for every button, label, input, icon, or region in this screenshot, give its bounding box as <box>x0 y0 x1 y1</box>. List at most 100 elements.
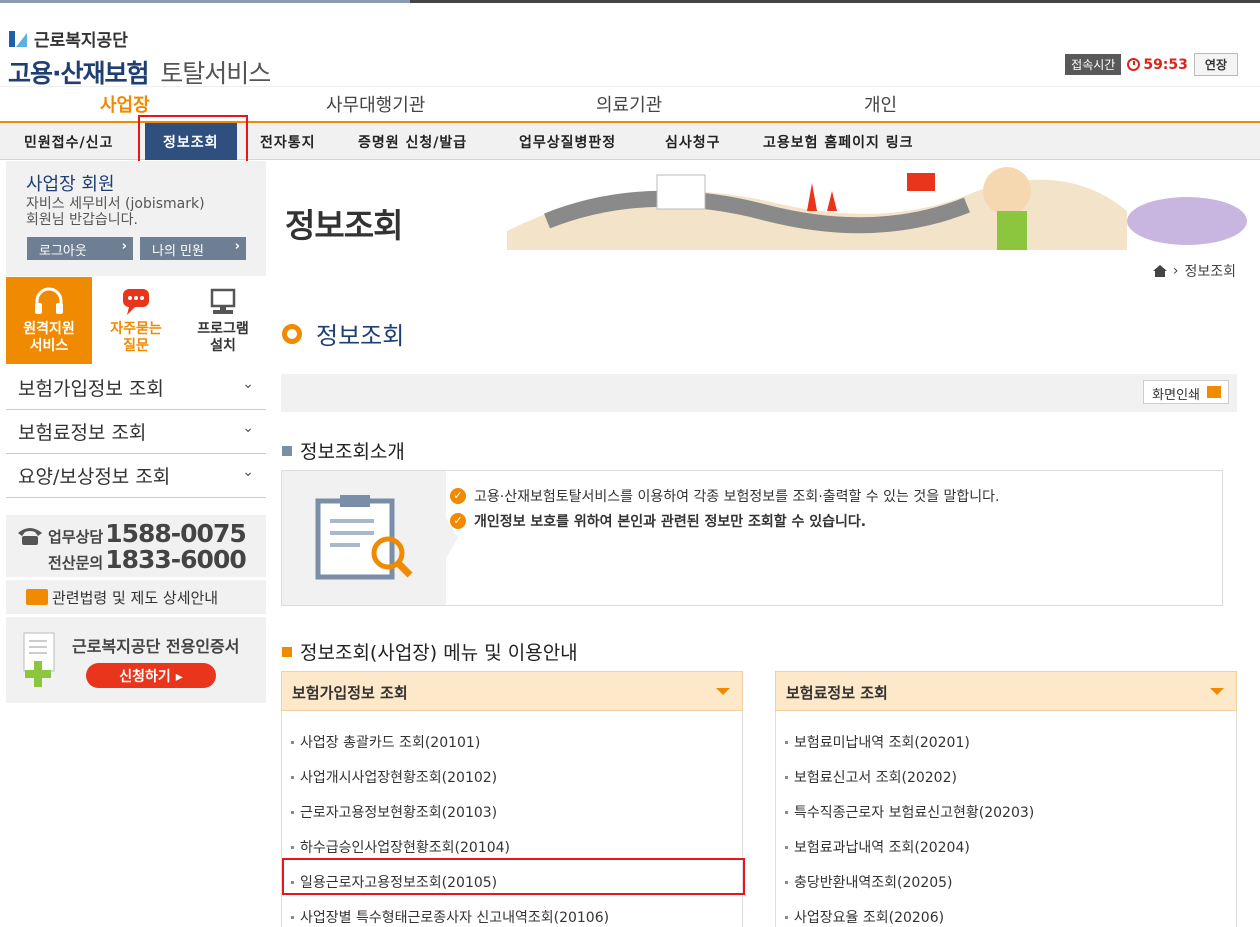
it-contact-label: 전산문의 <box>48 554 104 572</box>
menu-title: 정보조회(사업장) 메뉴 및 이용안내 <box>300 642 578 664</box>
faq-line1: 자주묻는 <box>110 321 162 337</box>
sub-nav-disease[interactable]: 업무상질병판정 <box>519 132 616 152</box>
member-panel: 사업장 회원 자비스 세무비서 (jobismark) 회원님 반갑습니다. 로… <box>6 161 266 276</box>
print-label: 화면인쇄 <box>1152 388 1200 403</box>
insurance-menu-item[interactable]: 사업개시사업장현황조회(20102) <box>282 758 742 793</box>
org-name-row: 근로복지공단 <box>8 26 270 51</box>
certificate-title: 근로복지공단 전용인증서 <box>72 637 240 656</box>
insurance-menu-header[interactable]: 보험가입정보 조회 <box>281 671 743 711</box>
program-install-link[interactable]: 프로그램 설치 <box>180 277 266 364</box>
program-line1: 프로그램 <box>197 321 249 337</box>
breadcrumb-separator: › <box>1172 263 1179 279</box>
session-timer: 접속시간 59:53 연장 <box>1065 53 1238 76</box>
main-nav-medical[interactable]: 의료기관 <box>596 91 662 117</box>
intro-bullet-1: ✓ 고용·산재보험토탈서비스를 이용하여 각종 보험정보를 조회·출력할 수 있… <box>450 486 1000 506</box>
play-circle-icon: ▸ <box>175 669 183 685</box>
main-nav-agency[interactable]: 사무대행기관 <box>326 91 425 117</box>
highlight-box-daily-worker <box>282 858 745 895</box>
insurance-menu-item[interactable]: 근로자고용정보현황조회(20103) <box>282 793 742 828</box>
my-civil-label: 나의 민원 <box>152 244 204 259</box>
premium-menu-column: 보험료정보 조회 보험료미납내역 조회(20201) 보험료신고서 조회(202… <box>775 671 1237 927</box>
premium-menu-item[interactable]: 사업장요율 조회(20206) <box>776 898 1236 927</box>
chevron-right-icon: › <box>121 239 127 254</box>
printer-icon <box>1207 386 1221 398</box>
section-square-icon <box>282 445 292 456</box>
clock-icon <box>1127 58 1141 71</box>
clipboard-search-icon <box>315 495 413 580</box>
premium-menu-title: 보험료정보 조회 <box>786 684 888 702</box>
breadcrumb-current: 정보조회 <box>1184 264 1236 280</box>
left-menu-insurance[interactable]: 보험가입정보 조회 ⌄ <box>6 366 266 410</box>
faq-line2: 질문 <box>123 338 149 354</box>
left-menu-insurance-label: 보험가입정보 조회 <box>18 378 164 400</box>
premium-menu-header[interactable]: 보험료정보 조회 <box>775 671 1237 711</box>
intro-line-1: 고용·산재보험토탈서비스를 이용하여 각종 보험정보를 조회·출력할 수 있는 … <box>474 489 1000 505</box>
premium-menu-item[interactable]: 보험료과납내역 조회(20204) <box>776 828 1236 863</box>
premium-menu-item[interactable]: 특수직종근로자 보험료신고현황(20203) <box>776 793 1236 828</box>
chevron-down-icon: ⌄ <box>242 464 254 480</box>
member-title: 사업장 회원 <box>26 174 115 195</box>
premium-menu-item[interactable]: 충당반환내역조회(20205) <box>776 863 1236 898</box>
intro-icon-area <box>282 471 458 605</box>
breadcrumb: › 정보조회 <box>1152 261 1236 281</box>
faq-link[interactable]: 자주묻는 질문 <box>92 277 180 364</box>
site-logo[interactable]: 근로복지공단 고용·산재보험 토탈서비스 <box>8 26 271 90</box>
remote-support-line1: 원격지원 <box>23 321 75 337</box>
remote-support-link[interactable]: 원격지원 서비스 <box>6 277 92 364</box>
session-time: 59:53 <box>1143 56 1188 73</box>
sub-nav-certificate[interactable]: 증명원 신청/발급 <box>358 132 467 152</box>
it-contact-row: 전산문의 1833-6000 <box>48 545 247 574</box>
monitor-icon <box>26 589 48 605</box>
chat-bubble-icon <box>123 289 149 315</box>
headset-icon <box>35 287 63 314</box>
work-contact-number: 1588-0075 <box>105 519 247 548</box>
banner-illustration <box>507 167 1247 250</box>
chevron-right-icon: › <box>234 239 240 254</box>
law-guide-link[interactable]: 관련법령 및 제도 상세안내 <box>6 580 266 614</box>
top-border <box>0 0 1260 3</box>
left-menu-care[interactable]: 요양/보상정보 조회 ⌄ <box>6 454 266 498</box>
insurance-menu-item[interactable]: 사업장별 특수형태근로종사자 신고내역조회(20106) <box>282 898 742 927</box>
it-contact-number: 1833-6000 <box>105 545 247 574</box>
banner-title: 정보조회 <box>285 206 403 245</box>
premium-menu-item[interactable]: 보험료미납내역 조회(20201) <box>776 723 1236 758</box>
certificate-panel: 근로복지공단 전용인증서 신청하기 ▸ <box>6 617 266 703</box>
contact-numbers: 업무상담 1588-0075 전산문의 1833-6000 <box>48 519 247 574</box>
print-button[interactable]: 화면인쇄 <box>1143 380 1229 404</box>
premium-menu-item[interactable]: 보험료신고서 조회(20202) <box>776 758 1236 793</box>
intro-line-2: 개인정보 보호를 위하여 본인과 관련된 정보만 조회할 수 있습니다. <box>474 514 867 530</box>
page-banner: 정보조회 <box>267 161 1260 250</box>
program-line2: 설치 <box>210 338 236 354</box>
left-menu-premium-label: 보험료정보 조회 <box>18 422 147 444</box>
caret-down-icon <box>1210 688 1224 695</box>
left-menu-care-label: 요양/보상정보 조회 <box>18 466 171 488</box>
work-contact-label: 업무상담 <box>48 528 104 546</box>
service-title-row: 고용·산재보험 토탈서비스 <box>8 54 271 90</box>
session-clock: 59:53 <box>1127 57 1188 73</box>
certificate-apply-button[interactable]: 신청하기 ▸ <box>86 663 216 688</box>
chevron-down-icon: ⌄ <box>242 376 254 392</box>
law-guide-label: 관련법령 및 제도 상세안내 <box>52 589 219 607</box>
chevron-down-icon: ⌄ <box>242 420 254 436</box>
main-nav-business[interactable]: 사업장 <box>100 91 150 117</box>
service-subtitle: 토탈서비스 <box>160 59 271 88</box>
service-title: 고용·산재보험 <box>8 59 149 88</box>
sub-nav-civil[interactable]: 민원접수/신고 <box>24 132 113 152</box>
insurance-menu-item[interactable]: 사업장 총괄카드 조회(20101) <box>282 723 742 758</box>
sub-nav-ei-link[interactable]: 고용보험 홈페이지 링크 <box>763 132 914 152</box>
extend-session-button[interactable]: 연장 <box>1193 53 1238 76</box>
sub-nav-appeal[interactable]: 심사청구 <box>665 132 721 152</box>
remote-support-line2: 서비스 <box>29 338 69 354</box>
page-title-row: 정보조회 <box>282 316 404 351</box>
title-bullet-icon <box>282 323 302 344</box>
member-greeting: 자비스 세무비서 (jobismark) 회원님 반갑습니다. <box>26 196 205 228</box>
logout-button[interactable]: 로그아웃 › <box>27 237 133 260</box>
home-icon[interactable] <box>1152 265 1167 277</box>
sub-nav-e-notice[interactable]: 전자통지 <box>260 132 316 152</box>
caret-down-icon <box>716 688 730 695</box>
left-menu-premium[interactable]: 보험료정보 조회 ⌄ <box>6 410 266 454</box>
session-label: 접속시간 <box>1065 54 1122 75</box>
premium-menu-list: 보험료미납내역 조회(20201) 보험료신고서 조회(20202) 특수직종근… <box>775 711 1237 927</box>
main-nav-personal[interactable]: 개인 <box>864 91 897 117</box>
my-civil-button[interactable]: 나의 민원 › <box>140 237 246 260</box>
